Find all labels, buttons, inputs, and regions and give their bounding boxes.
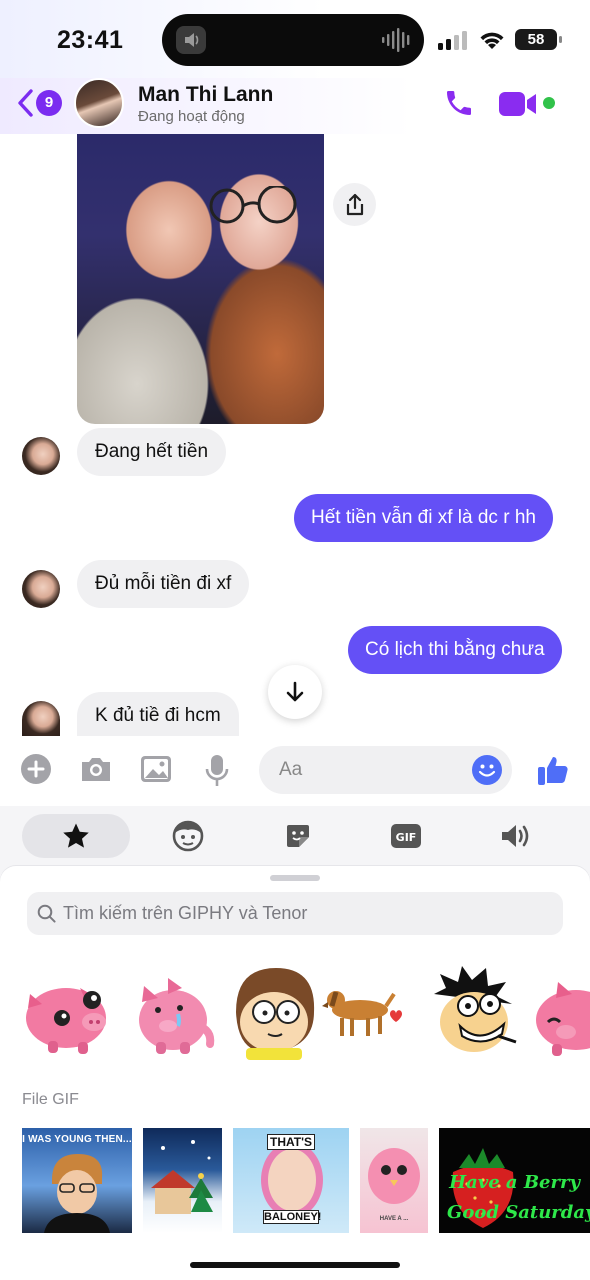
- gif-search-input[interactable]: [63, 892, 553, 935]
- microphone-icon: [205, 755, 229, 786]
- share-icon: [346, 193, 363, 215]
- tab-sounds[interactable]: [496, 814, 536, 858]
- status-bar: 23:41 58: [0, 0, 590, 80]
- status-time: 23:41: [57, 26, 124, 54]
- morty-face-sticker[interactable]: [228, 966, 318, 1061]
- pink-pig-sticker[interactable]: [532, 966, 590, 1061]
- battery-indicator: 58: [515, 29, 562, 50]
- phone-icon: [447, 91, 471, 115]
- avatar-face-icon: [172, 820, 204, 852]
- gif-search-field[interactable]: [27, 892, 563, 935]
- gif-caption: HAVE A ...: [379, 1216, 409, 1222]
- home-indicator[interactable]: [190, 1262, 400, 1268]
- outgoing-message[interactable]: Hết tiền vẫn đi xf là dc r hh: [294, 494, 553, 542]
- contact-name[interactable]: Man Thi Lann: [138, 83, 273, 107]
- messenger-chat-screen: 23:41 58 9 Man Thi Lann Đang hoạt động Đ…: [0, 0, 590, 1280]
- plus-circle-icon: [21, 754, 51, 784]
- sheet-grab-handle[interactable]: [270, 875, 320, 881]
- camera-icon: [82, 758, 110, 781]
- audio-wave-icon: [380, 26, 410, 54]
- gif-list: I WAS YOUNG THEN... THAT'S BALONEY! HAVE…: [0, 1128, 590, 1233]
- cellular-signal-icon: [438, 30, 468, 55]
- chevron-left-icon: [18, 89, 33, 117]
- add-button[interactable]: [21, 754, 51, 789]
- gif-caption: THAT'S: [267, 1134, 315, 1150]
- voice-call-button[interactable]: [443, 87, 475, 124]
- gif-preview-art: [261, 1142, 323, 1218]
- tab-avatars[interactable]: [168, 814, 208, 858]
- dachshund-dog-sticker[interactable]: [322, 966, 412, 1061]
- cartoon-face-sticker[interactable]: [428, 966, 518, 1061]
- outgoing-message[interactable]: Có lịch thi bằng chưa: [348, 626, 562, 674]
- video-camera-icon: [499, 92, 536, 116]
- search-icon: [37, 904, 56, 923]
- tab-favorites[interactable]: [22, 814, 130, 858]
- online-indicator: [543, 97, 555, 109]
- smiley-icon: [472, 755, 502, 785]
- photo-message[interactable]: [77, 134, 324, 424]
- gif-caption: Good Saturday!: [447, 1202, 590, 1223]
- tab-gifs[interactable]: GIF: [386, 814, 426, 858]
- tray-tabs: GIF: [0, 806, 590, 866]
- emoji-button[interactable]: [472, 755, 502, 790]
- gif-caption: I WAS YOUNG THEN...: [22, 1134, 132, 1145]
- image-icon: [141, 756, 171, 782]
- presence-status: Đang hoạt động: [138, 108, 245, 125]
- message-input-placeholder: Aa: [279, 759, 303, 780]
- speaker-icon: [176, 26, 206, 54]
- gif-item[interactable]: [143, 1128, 222, 1233]
- share-button[interactable]: [333, 183, 376, 226]
- gif-item[interactable]: I WAS YOUNG THEN...: [22, 1128, 132, 1233]
- gif-preview-art: [151, 1140, 213, 1214]
- sticker-tray: GIF File GIF: [0, 806, 590, 1280]
- incoming-message[interactable]: Đủ mỗi tiền đi xf: [77, 560, 250, 608]
- tab-stickers[interactable]: [278, 814, 318, 858]
- incoming-message[interactable]: Đang hết tiền: [77, 428, 227, 476]
- contact-avatar-small: [22, 701, 60, 736]
- gif-item[interactable]: HAVE A ...: [360, 1128, 428, 1233]
- voice-button[interactable]: [204, 754, 230, 793]
- contact-avatar[interactable]: [74, 78, 124, 128]
- sound-icon: [502, 825, 529, 847]
- arrow-down-icon: [286, 681, 304, 702]
- message-composer: Aa: [0, 736, 590, 806]
- glasses-detail: [209, 186, 297, 224]
- gif-item[interactable]: THAT'S BALONEY!: [233, 1128, 349, 1233]
- dynamic-island: [162, 14, 424, 66]
- like-button[interactable]: [536, 753, 570, 792]
- video-call-button[interactable]: [498, 90, 538, 123]
- incoming-message[interactable]: K đủ tiề đi hcm: [77, 692, 239, 736]
- contact-avatar-small: [22, 437, 60, 475]
- gif-preview-art: [44, 1154, 110, 1233]
- tray-sheet: File GIF I WAS YOUNG THEN... THAT'S BALO…: [0, 866, 590, 1280]
- sticker-icon: [287, 825, 309, 847]
- crying-pig-sticker[interactable]: [128, 966, 218, 1061]
- message-input[interactable]: Aa: [259, 746, 512, 794]
- unread-badge: 9: [36, 90, 62, 116]
- chat-header: 9 Man Thi Lann Đang hoạt động: [0, 78, 590, 134]
- back-button[interactable]: 9: [16, 88, 62, 118]
- gif-caption: BALONEY!: [263, 1210, 322, 1224]
- gif-item[interactable]: Have a Berry Good Saturday!: [439, 1128, 590, 1233]
- gif-section-label: File GIF: [22, 1091, 79, 1108]
- pink-pig-sticker[interactable]: [20, 966, 110, 1061]
- star-icon: [63, 823, 89, 848]
- camera-button[interactable]: [79, 754, 113, 789]
- scroll-to-bottom-button[interactable]: [268, 665, 322, 719]
- gif-icon: GIF: [391, 824, 421, 848]
- gif-caption: Have a Berry: [449, 1172, 580, 1193]
- thumbs-up-icon: [538, 757, 568, 785]
- svg-text:GIF: GIF: [396, 831, 417, 844]
- gallery-button[interactable]: [140, 754, 172, 789]
- contact-avatar-small: [22, 570, 60, 608]
- wifi-icon: [478, 28, 506, 55]
- recent-stickers: [0, 966, 590, 1066]
